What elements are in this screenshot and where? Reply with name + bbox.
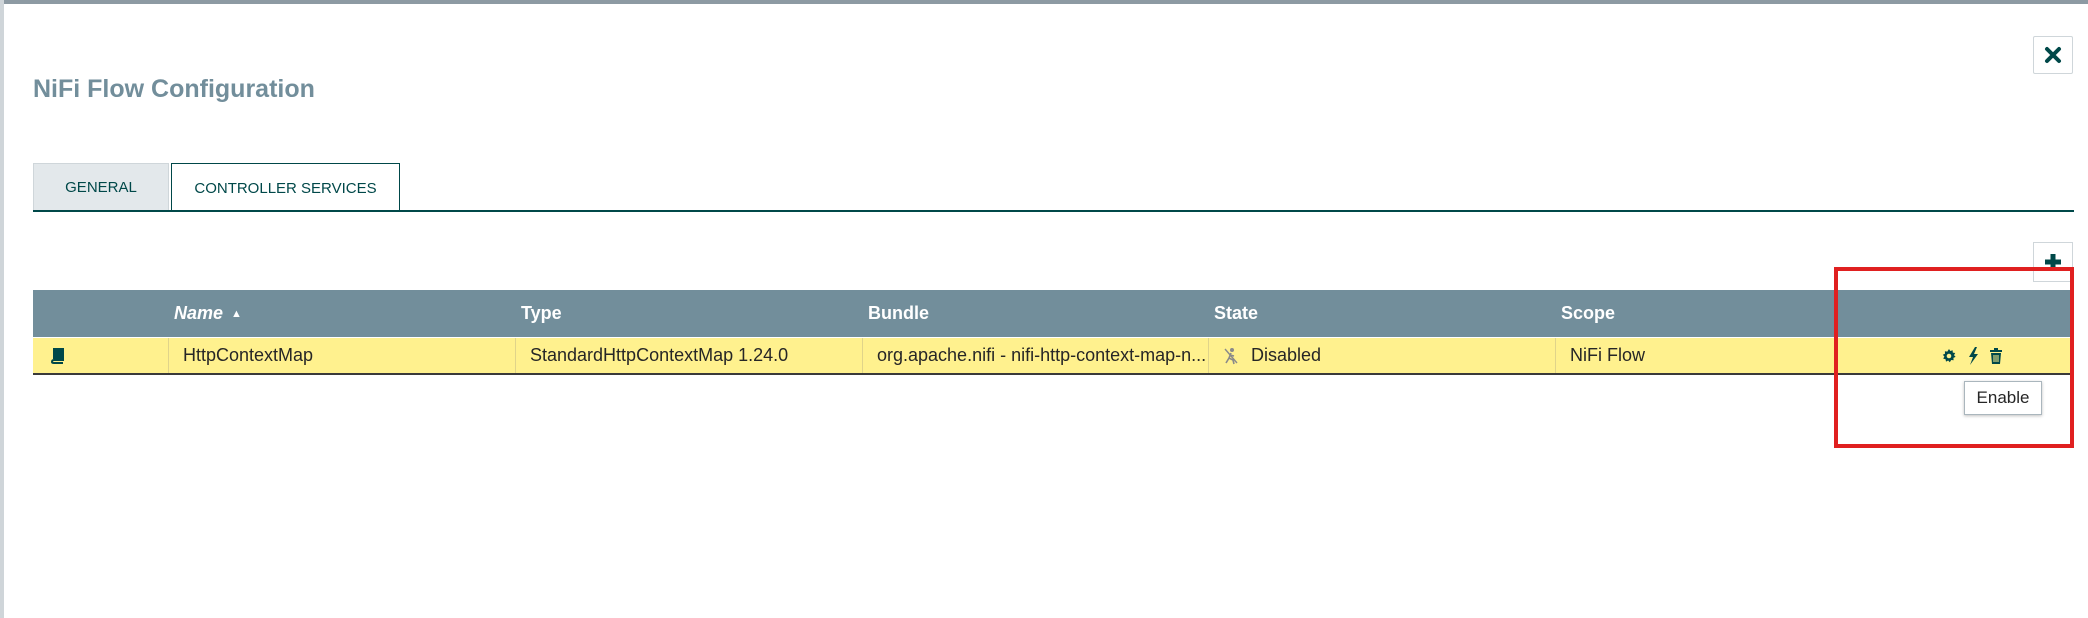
column-header-scope[interactable]: Scope <box>1561 290 1615 337</box>
column-header-state[interactable]: State <box>1214 290 1258 337</box>
tab-general[interactable]: General <box>33 163 169 211</box>
column-header-type[interactable]: Type <box>521 290 562 337</box>
table-header: Name ▲ Type Bundle State Scope <box>33 290 2074 337</box>
disabled-icon <box>1223 347 1239 365</box>
service-name: HttpContextMap <box>169 338 516 373</box>
state-label: Disabled <box>1251 345 1322 365</box>
service-type: StandardHttpContextMap 1.24.0 <box>516 338 863 373</box>
tab-divider <box>33 210 2074 212</box>
column-header-label: Name <box>174 303 224 323</box>
tab-controller-services[interactable]: Controller Services <box>171 163 400 212</box>
close-icon <box>2045 47 2061 63</box>
column-header-bundle[interactable]: Bundle <box>868 290 929 337</box>
table-row[interactable]: HttpContextMap StandardHttpContextMap 1.… <box>33 338 2074 375</box>
service-bundle: org.apache.nifi - nifi-http-context-map-… <box>863 338 1209 373</box>
service-state: Disabled <box>1209 338 1556 373</box>
annotation-highlight-box <box>1834 267 2074 448</box>
book-icon[interactable] <box>49 347 65 364</box>
row-icon-cell <box>33 338 169 373</box>
dialog-title: NiFi Flow Configuration <box>33 75 315 103</box>
column-header-name[interactable]: Name ▲ <box>174 290 242 337</box>
close-button[interactable] <box>2033 36 2073 74</box>
bundle-text: org.apache.nifi - nifi-http-context-map-… <box>877 345 1207 365</box>
sort-ascending-icon: ▲ <box>231 307 242 320</box>
